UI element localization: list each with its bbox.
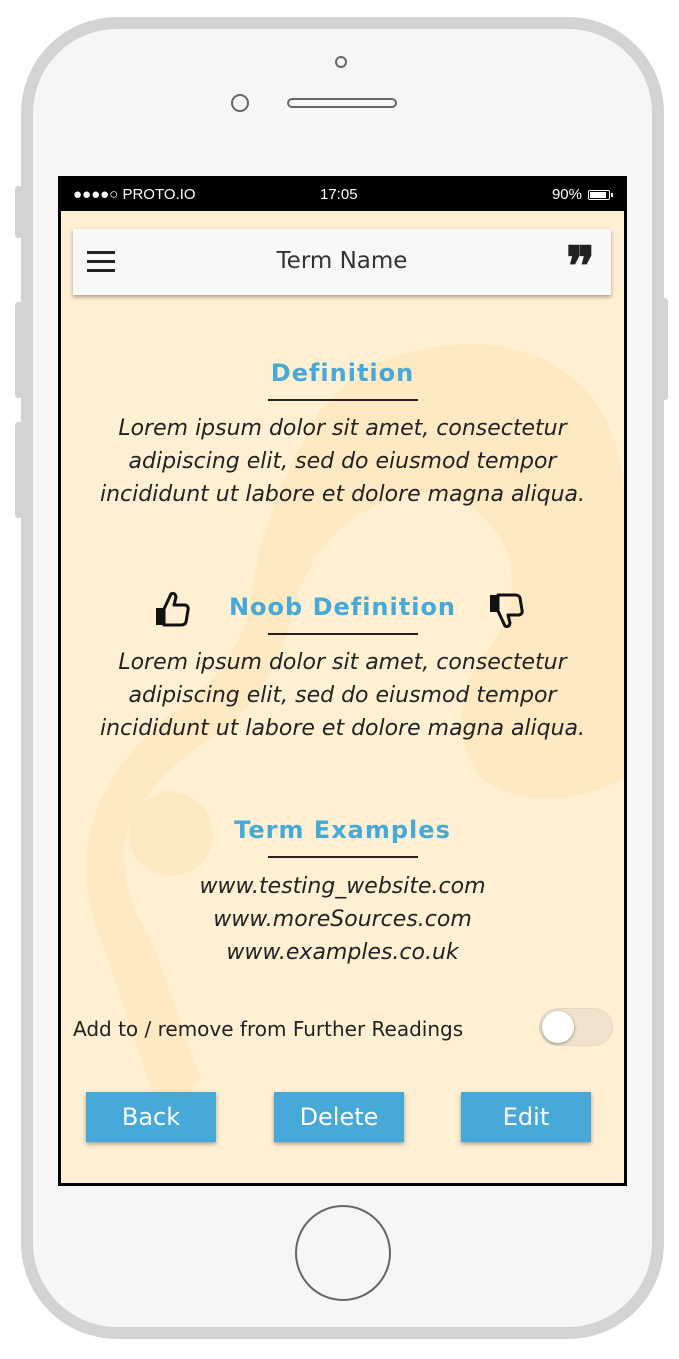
status-bar: ●●●●○ PROTO.IO 17:05 90% bbox=[61, 179, 624, 211]
page-title: Term Name bbox=[276, 248, 408, 274]
edit-button[interactable]: Edit bbox=[461, 1092, 591, 1142]
example-link[interactable]: www.testing_website.com bbox=[81, 870, 604, 903]
example-link[interactable]: www.examples.co.uk bbox=[81, 936, 604, 969]
term-examples-heading: Term Examples bbox=[234, 816, 451, 844]
home-button[interactable] bbox=[295, 1205, 391, 1301]
earpiece-speaker bbox=[287, 98, 397, 108]
quote-icon[interactable]: ❞ bbox=[566, 239, 595, 293]
back-button[interactable]: Back bbox=[86, 1092, 216, 1142]
example-link[interactable]: www.moreSources.com bbox=[81, 903, 604, 936]
term-examples-list: www.testing_website.com www.moreSources.… bbox=[81, 870, 604, 969]
definition-underline bbox=[268, 399, 418, 401]
further-readings-label: Add to / remove from Further Readings bbox=[73, 1017, 464, 1041]
app-view: ●●●●○ PROTO.IO 17:05 90% Term Name ❞ Def… bbox=[61, 179, 624, 1183]
noob-definition-underline bbox=[268, 633, 418, 635]
further-readings-toggle[interactable] bbox=[539, 1008, 613, 1046]
carrier-label: ●●●●○ PROTO.IO bbox=[73, 186, 196, 203]
definition-text: Lorem ipsum dolor sit amet, consectetur … bbox=[99, 416, 586, 507]
battery-indicator: 90% bbox=[551, 186, 613, 203]
sensor-dot bbox=[335, 56, 347, 68]
top-navbar: Term Name ❞ bbox=[73, 229, 611, 295]
toggle-knob bbox=[542, 1011, 574, 1043]
front-camera bbox=[231, 94, 249, 112]
battery-percent: 90% bbox=[551, 186, 582, 203]
term-examples-underline bbox=[268, 856, 418, 858]
thumbs-down-icon[interactable] bbox=[487, 591, 527, 631]
phone-screen: ●●●●○ PROTO.IO 17:05 90% Term Name ❞ Def… bbox=[58, 176, 627, 1186]
battery-icon bbox=[588, 189, 613, 200]
noob-definition-text: Lorem ipsum dolor sit amet, consectetur … bbox=[99, 650, 586, 741]
definition-heading: Definition bbox=[270, 359, 415, 387]
delete-button[interactable]: Delete bbox=[274, 1092, 404, 1142]
noob-definition-heading: Noob Definition bbox=[228, 593, 457, 621]
clock: 17:05 bbox=[320, 186, 358, 203]
